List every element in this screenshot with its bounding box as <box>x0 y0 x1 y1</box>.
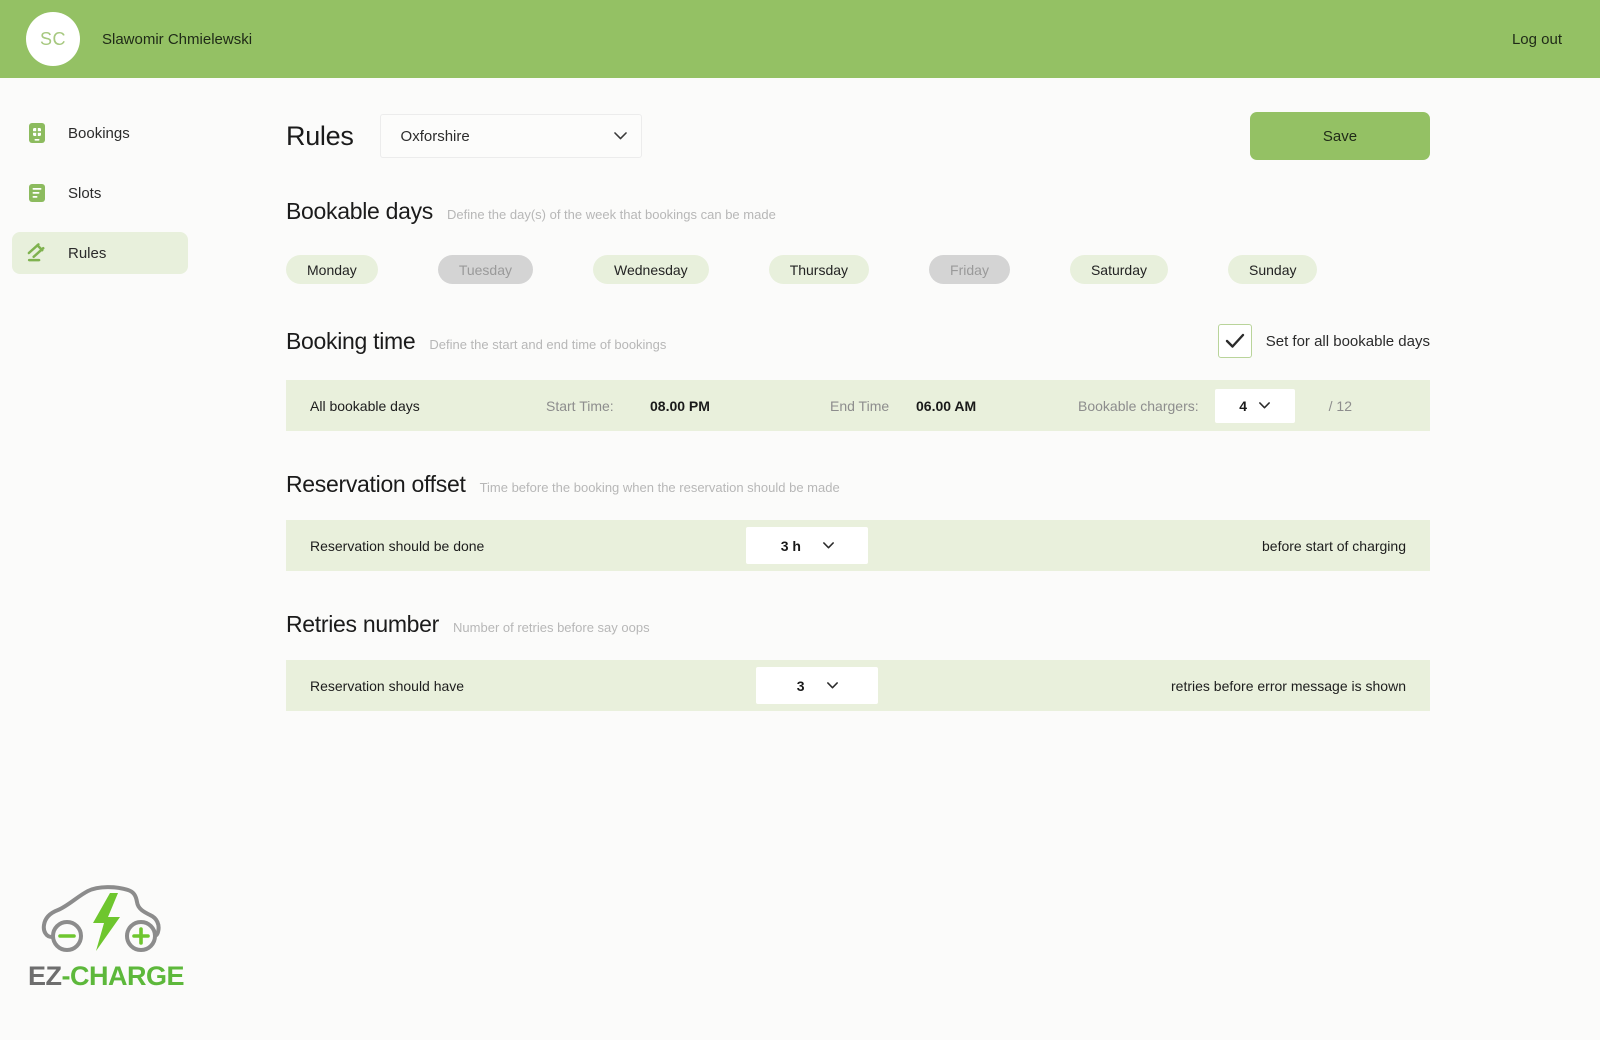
reservation-offset-suffix: before start of charging <box>1262 538 1406 554</box>
end-time-value: 06.00 AM <box>916 398 1078 414</box>
sidebar-item-slots[interactable]: Slots <box>12 172 188 214</box>
set-all-days-control: Set for all bookable days <box>1218 324 1430 358</box>
day-pill-group: Monday Tuesday Wednesday Thursday Friday… <box>286 255 1436 284</box>
retries-number-value: 3 <box>797 678 805 694</box>
chevron-down-icon <box>827 682 838 689</box>
logout-button[interactable]: Log out <box>1512 31 1562 48</box>
sidebar-item-label: Rules <box>68 245 106 262</box>
section-title: Retries number <box>286 611 439 638</box>
region-select-value: Oxforshire <box>401 128 470 145</box>
gavel-icon <box>26 242 48 264</box>
list-icon <box>26 182 48 204</box>
day-pill-wednesday[interactable]: Wednesday <box>593 255 709 284</box>
section-subtitle: Define the start and end time of booking… <box>429 337 666 352</box>
sidebar-item-bookings[interactable]: Bookings <box>12 112 188 154</box>
ez-charge-car-icon <box>36 879 168 959</box>
sidebar-item-label: Slots <box>68 185 101 202</box>
chevron-down-icon <box>823 542 834 549</box>
bookable-chargers-value: 4 <box>1239 398 1247 414</box>
reservation-offset-value: 3 h <box>781 538 801 554</box>
section-subtitle: Define the day(s) of the week that booki… <box>447 207 776 222</box>
start-time-value: 08.00 PM <box>650 398 830 414</box>
app-header: SC Slawomir Chmielewski Log out <box>0 0 1600 78</box>
retries-number-row-label: Reservation should have <box>310 678 464 694</box>
reservation-offset-row-label: Reservation should be done <box>310 538 484 554</box>
bookable-days-header: Bookable days Define the day(s) of the w… <box>286 198 1430 225</box>
bookable-days-section: Bookable days Define the day(s) of the w… <box>286 198 1430 284</box>
avatar: SC <box>26 12 80 66</box>
booking-time-row: All bookable days Start Time: 08.00 PM E… <box>286 380 1430 431</box>
logo-text-suffix: -CHARGE <box>62 961 185 991</box>
day-pill-monday[interactable]: Monday <box>286 255 378 284</box>
section-subtitle: Time before the booking when the reserva… <box>480 480 840 495</box>
section-title: Reservation offset <box>286 471 466 498</box>
start-time-label: Start Time: <box>546 398 650 414</box>
booking-time-row-label: All bookable days <box>310 398 546 414</box>
chargers-total: / 12 <box>1329 398 1352 414</box>
user-name: Slawomir Chmielewski <box>102 31 252 48</box>
chevron-down-icon <box>1259 402 1270 409</box>
region-select[interactable]: Oxforshire <box>380 114 642 158</box>
section-title: Booking time <box>286 328 415 355</box>
save-button[interactable]: Save <box>1250 112 1430 160</box>
set-all-days-label: Set for all bookable days <box>1266 333 1430 350</box>
retries-number-select[interactable]: 3 <box>756 667 878 704</box>
section-title: Bookable days <box>286 198 433 225</box>
section-subtitle: Number of retries before say oops <box>453 620 650 635</box>
toolbar: Rules Oxforshire Save <box>286 114 1430 158</box>
reservation-offset-header: Reservation offset Time before the booki… <box>286 471 1430 498</box>
reservation-offset-select[interactable]: 3 h <box>746 527 868 564</box>
device-icon <box>26 122 48 144</box>
day-pill-friday[interactable]: Friday <box>929 255 1010 284</box>
end-time-label: End Time <box>830 398 916 414</box>
retries-number-suffix: retries before error message is shown <box>1171 678 1406 694</box>
set-all-days-checkbox[interactable] <box>1218 324 1252 358</box>
day-pill-tuesday[interactable]: Tuesday <box>438 255 533 284</box>
logo-text-prefix: EZ <box>28 961 62 991</box>
rules-page: SC Slawomir Chmielewski Log out Bookings <box>0 0 1600 1040</box>
check-icon <box>1225 333 1245 349</box>
main-content: Rules Oxforshire Save Bookable days Defi… <box>200 78 1600 1040</box>
retries-number-row: Reservation should have 3 retries before… <box>286 660 1430 711</box>
retries-number-header: Retries number Number of retries before … <box>286 611 1430 638</box>
booking-time-section: Booking time Define the start and end ti… <box>286 324 1430 431</box>
day-pill-sunday[interactable]: Sunday <box>1228 255 1317 284</box>
day-pill-saturday[interactable]: Saturday <box>1070 255 1168 284</box>
bookable-chargers-label: Bookable chargers: <box>1078 398 1199 414</box>
bookable-chargers-select[interactable]: 4 <box>1215 389 1295 423</box>
sidebar-item-label: Bookings <box>68 125 130 142</box>
page-title: Rules <box>286 121 354 152</box>
retries-number-section: Retries number Number of retries before … <box>286 611 1430 711</box>
sidebar-item-rules[interactable]: Rules <box>12 232 188 274</box>
reservation-offset-section: Reservation offset Time before the booki… <box>286 471 1430 571</box>
reservation-offset-row: Reservation should be done 3 h before st… <box>286 520 1430 571</box>
day-pill-thursday[interactable]: Thursday <box>769 255 869 284</box>
chevron-down-icon <box>614 132 627 140</box>
logo-text: EZ-CHARGE <box>28 961 188 992</box>
booking-time-header: Booking time Define the start and end ti… <box>286 324 1430 358</box>
brand-logo: EZ-CHARGE <box>28 879 188 992</box>
